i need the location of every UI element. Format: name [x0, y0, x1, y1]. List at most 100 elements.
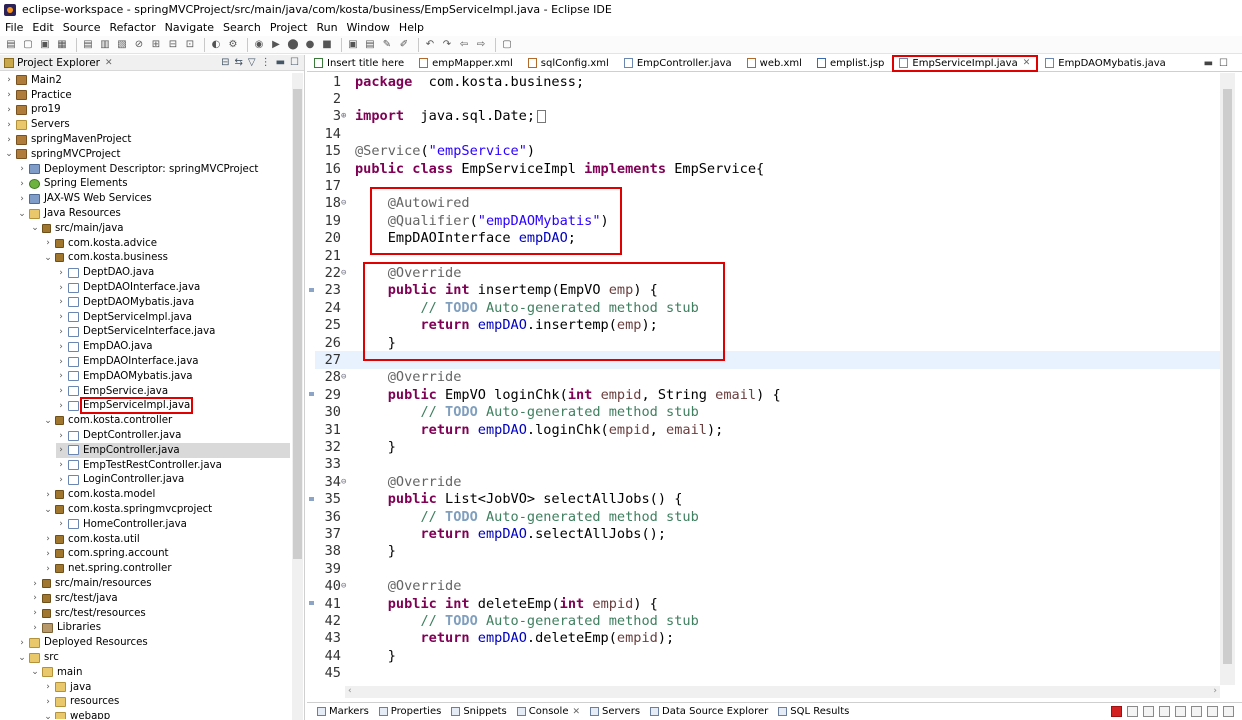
chevron-right-icon[interactable]: › — [56, 283, 66, 293]
chevron-right-icon[interactable]: › — [56, 460, 66, 470]
open-task-icon[interactable]: ▤ — [363, 38, 377, 52]
tree-item-deptcontroller-java[interactable]: › DeptController.java — [56, 428, 181, 443]
refresh-icon[interactable]: ◐ — [209, 38, 223, 52]
bottom-tab-properties[interactable]: Properties — [378, 706, 441, 717]
project-explorer-title[interactable]: Project Explorer — [17, 57, 100, 69]
code-line[interactable]: 25 return empDAO.insertemp(emp); — [315, 317, 1225, 334]
chevron-right-icon[interactable]: › — [56, 475, 66, 485]
external-tool-icon[interactable]: ● — [303, 38, 317, 52]
tree-item-deployed-resources[interactable]: › Deployed Resources — [17, 635, 147, 650]
menu-refactor[interactable]: Refactor — [110, 21, 156, 34]
minimize-icon[interactable]: ▬ — [276, 57, 285, 68]
bottom-tab-markers[interactable]: Markers — [317, 706, 369, 717]
chevron-right-icon[interactable]: › — [43, 564, 53, 574]
console-tool-icon[interactable] — [1223, 706, 1234, 717]
code-line[interactable]: 20 EmpDAOInterface empDAO; — [315, 230, 1225, 247]
chevron-right-icon[interactable]: › — [56, 357, 66, 367]
code-line[interactable]: 15 @Service("empService") — [315, 143, 1225, 160]
console-tool-icon[interactable] — [1127, 706, 1138, 717]
chevron-right-icon[interactable]: › — [43, 697, 53, 707]
chevron-right-icon[interactable]: › — [43, 549, 53, 559]
menu-run[interactable]: Run — [316, 21, 337, 34]
chevron-right-icon[interactable]: › — [4, 120, 14, 130]
chevron-right-icon[interactable]: › — [17, 638, 27, 648]
code-line[interactable]: 45 — [315, 665, 1225, 682]
code-editor[interactable]: 1 package com.kosta.business; 2 3 ⊕ import ja… — [307, 73, 1242, 685]
scroll-right-icon[interactable]: › — [1213, 686, 1217, 696]
chevron-down-icon[interactable]: ⌄ — [43, 253, 53, 263]
tab-empmapper-xml[interactable]: empMapper.xml — [412, 55, 521, 72]
chevron-down-icon[interactable]: ⌄ — [43, 712, 53, 719]
step-return-icon[interactable]: ▧ — [115, 38, 129, 52]
chevron-right-icon[interactable]: › — [43, 534, 53, 544]
code-line[interactable]: 41 public int deleteEmp(int empid) { — [315, 595, 1225, 612]
tree-item-emptestrestcontroller-java[interactable]: › EmpTestRestController.java — [56, 458, 222, 473]
chevron-down-icon[interactable]: ⌄ — [17, 653, 27, 663]
console-tool-icon[interactable] — [1191, 706, 1202, 717]
collapse-fold-icon[interactable]: ⊖ — [341, 372, 349, 382]
annotation-icon[interactable]: ✎ — [380, 38, 394, 52]
collapsed-imports-icon[interactable] — [537, 109, 547, 123]
terminate-icon[interactable] — [1111, 706, 1122, 717]
skip-icon[interactable]: ⊘ — [132, 38, 146, 52]
tree-item-empcontroller-java[interactable]: › EmpController.java — [56, 443, 290, 458]
menu-source[interactable]: Source — [63, 21, 101, 34]
chevron-right-icon[interactable]: › — [17, 194, 27, 204]
tree-scroll-thumb[interactable] — [293, 89, 302, 559]
tree-item-servers[interactable]: › Servers — [4, 117, 70, 132]
chevron-right-icon[interactable]: › — [4, 105, 14, 115]
tree-item-logincontroller-java[interactable]: › LoginController.java — [56, 473, 184, 488]
tree-item-springmavenproject[interactable]: › springMavenProject — [4, 132, 131, 147]
tree-item-java-resources[interactable]: ⌄ Java Resources — [17, 206, 121, 221]
tab-empdaomybatis-java[interactable]: EmpDAOMybatis.java — [1038, 55, 1174, 72]
stop-icon[interactable]: ■ — [320, 38, 334, 52]
chevron-right-icon[interactable]: › — [43, 490, 53, 500]
console-tool-icon[interactable] — [1159, 706, 1170, 717]
tree-item-homecontroller-java[interactable]: › HomeController.java — [56, 517, 187, 532]
code-line[interactable]: 32 } — [315, 438, 1225, 455]
code-line[interactable]: 29 public EmpVO loginChk(int empid, Stri… — [315, 386, 1225, 403]
redo-icon[interactable]: ↷ — [440, 38, 454, 52]
tree-item-com-kosta-advice[interactable]: › com.kosta.advice — [43, 236, 157, 251]
code-line[interactable]: 34 ⊖ @Override — [315, 473, 1225, 490]
code-line[interactable]: 3 ⊕ import java.sql.Date; — [315, 108, 1225, 125]
tab-emplist-jsp[interactable]: emplist.jsp — [810, 55, 892, 72]
tree-item-com-kosta-model[interactable]: › com.kosta.model — [43, 487, 155, 502]
menu-navigate[interactable]: Navigate — [165, 21, 214, 34]
chevron-right-icon[interactable]: › — [56, 327, 66, 337]
step-over-icon[interactable]: ▥ — [98, 38, 112, 52]
code-line[interactable]: 22 ⊖ @Override — [315, 264, 1225, 281]
filter-icon[interactable]: ▽ — [248, 57, 256, 68]
code-line[interactable]: 17 — [315, 177, 1225, 194]
perspective-icon[interactable]: ▢ — [500, 38, 514, 52]
tree-item-empdao-java[interactable]: › EmpDAO.java — [56, 339, 152, 354]
console-tool-icon[interactable] — [1175, 706, 1186, 717]
run-icon[interactable]: ▶ — [269, 38, 283, 52]
chevron-right-icon[interactable]: › — [56, 519, 66, 529]
tree-item-main[interactable]: ⌄ main — [30, 665, 82, 680]
code-line[interactable]: 2 — [315, 90, 1225, 107]
tree-item-com-kosta-util[interactable]: › com.kosta.util — [43, 532, 139, 547]
back-icon[interactable]: ⇦ — [457, 38, 471, 52]
chevron-right-icon[interactable]: › — [56, 297, 66, 307]
chevron-down-icon[interactable]: ⌄ — [4, 149, 14, 159]
chevron-right-icon[interactable]: › — [43, 682, 53, 692]
menu-help[interactable]: Help — [399, 21, 424, 34]
minimize-icon[interactable]: ▬ — [1204, 58, 1219, 69]
bottom-tab-sql-results[interactable]: SQL Results — [778, 706, 849, 717]
close-icon[interactable]: ✕ — [1023, 58, 1031, 68]
tree-item-libraries[interactable]: › Libraries — [30, 621, 101, 636]
scroll-left-icon[interactable]: ‹ — [348, 686, 352, 696]
expand-fold-icon[interactable]: ⊕ — [341, 111, 349, 121]
code-line[interactable]: 40 ⊖ @Override — [315, 578, 1225, 595]
chevron-down-icon[interactable]: ⌄ — [30, 667, 40, 677]
maximize-icon[interactable]: ☐ — [1219, 58, 1234, 69]
code-line[interactable]: 31 return empDAO.loginChk(empid, email); — [315, 421, 1225, 438]
tree-item-deptserviceimpl-java[interactable]: › DeptServiceImpl.java — [56, 310, 192, 325]
tree-item-empdaomybatis-java[interactable]: › EmpDAOMybatis.java — [56, 369, 192, 384]
save-all-icon[interactable]: ▣ — [38, 38, 52, 52]
debug-icon[interactable]: ◉ — [252, 38, 266, 52]
close-icon[interactable]: ✕ — [572, 707, 580, 717]
code-line[interactable]: 16 public class EmpServiceImpl implements… — [315, 160, 1225, 177]
code-line[interactable]: 24 // TODO Auto-generated method stub — [315, 299, 1225, 316]
